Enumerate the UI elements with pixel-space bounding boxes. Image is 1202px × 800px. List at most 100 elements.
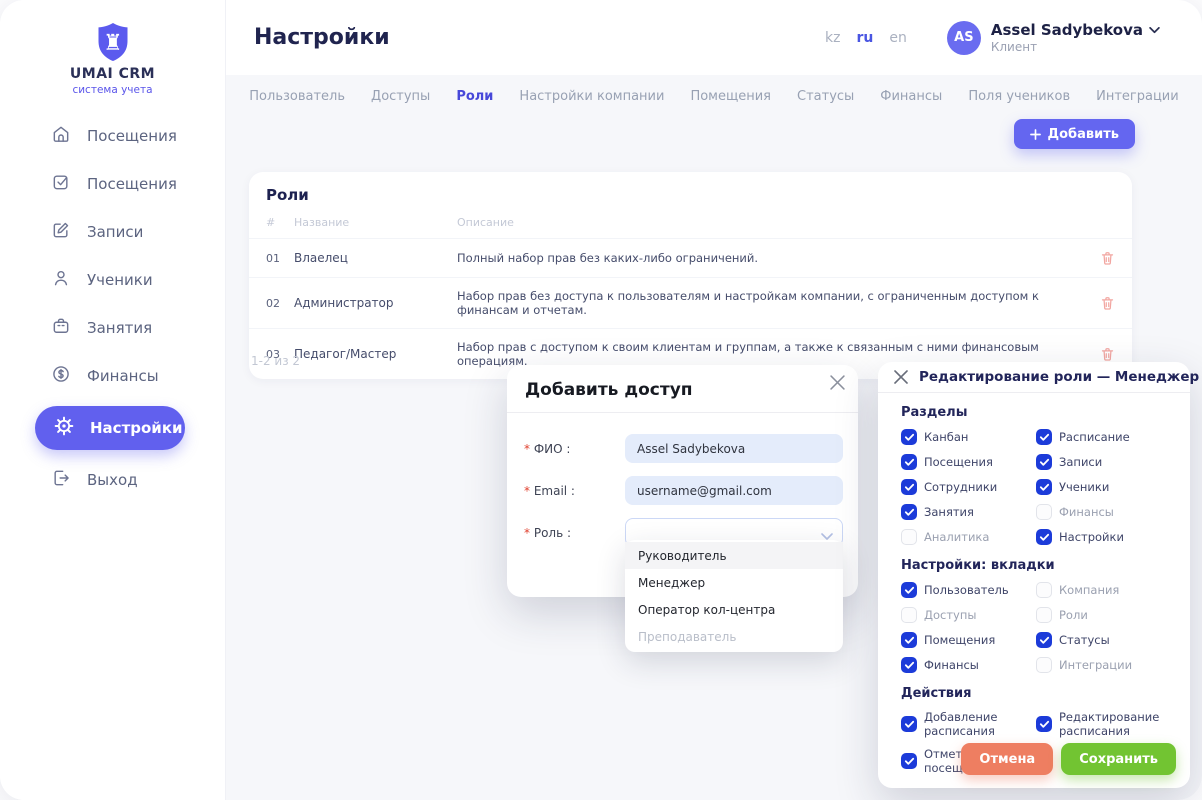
add-access-modal: Добавить доступ ФИО : Email : Роль : xyxy=(507,365,858,597)
permission-checkbox[interactable]: Финансы xyxy=(901,657,1036,673)
email-label: Email : xyxy=(524,484,575,498)
permission-label: Записи xyxy=(1059,455,1102,469)
app-window: ♜ UMAI CRM система учета ПосещенияПосеще… xyxy=(0,0,1202,800)
checkbox-checked-icon xyxy=(1036,632,1052,648)
dropdown-option-3: Преподаватель xyxy=(625,623,843,650)
sidebar-item-label: Настройки xyxy=(90,419,183,437)
sidebar-item-label: Записи xyxy=(87,223,143,241)
sidebar-nav: ПосещенияПосещения Записи Ученики Занятия Фи… xyxy=(0,112,225,504)
topbar: Настройки kzruen AS Assel Sadybekova Кли… xyxy=(226,0,1202,75)
permission-checkbox[interactable]: Аналитика xyxy=(901,529,1036,545)
permission-checkbox[interactable]: Расписание xyxy=(1036,429,1174,445)
permission-label: Посещения xyxy=(924,455,993,469)
tab-2[interactable]: Роли xyxy=(456,89,493,104)
avatar[interactable]: AS xyxy=(947,21,981,55)
save-button[interactable]: Сохранить xyxy=(1061,743,1176,775)
briefcase-icon xyxy=(51,316,71,340)
lang-ru[interactable]: ru xyxy=(856,30,873,46)
brand-name: UMAI CRM xyxy=(0,66,225,82)
permission-checkbox[interactable]: Записи xyxy=(1036,454,1174,470)
fio-label: ФИО : xyxy=(524,442,570,456)
permission-label: Сотрудники xyxy=(924,480,997,494)
dropdown-option-1[interactable]: Менеджер xyxy=(625,569,843,596)
settings-tabs: Пользователь Доступы Роли Настройки компани… xyxy=(226,75,1202,104)
tab-4[interactable]: Помещения xyxy=(690,89,771,104)
checkbox-checked-icon xyxy=(901,582,917,598)
trash-icon[interactable] xyxy=(1100,250,1115,266)
tab-8[interactable]: Интеграции xyxy=(1096,89,1179,104)
permission-checkbox[interactable]: Пользователь xyxy=(901,582,1036,598)
add-button[interactable]: Добавить xyxy=(1014,119,1135,149)
column-header-1: Название xyxy=(294,216,457,229)
sidebar-item-logout[interactable]: Выход xyxy=(0,456,225,504)
permission-checkbox[interactable]: Канбан xyxy=(901,429,1036,445)
plus-icon xyxy=(1030,129,1041,140)
permission-checkbox[interactable]: Посещения xyxy=(901,454,1036,470)
section-title-0: Разделы xyxy=(901,405,1174,420)
dropdown-option-2[interactable]: Оператор кол-центра xyxy=(625,596,843,623)
sidebar-item-2[interactable]: Записи xyxy=(0,208,225,256)
sidebar-item-6[interactable]: Настройки xyxy=(35,406,185,450)
tab-7[interactable]: Поля учеников xyxy=(968,89,1070,104)
close-icon[interactable] xyxy=(830,375,845,394)
dropdown-option-0[interactable]: Руководитель xyxy=(625,542,843,569)
tab-5[interactable]: Статусы xyxy=(797,89,854,104)
modal-title: Редактирование роли — Менеджер xyxy=(919,369,1199,385)
close-icon[interactable] xyxy=(894,370,908,384)
edit-role-modal: Редактирование роли — Менеджер РазделыКа… xyxy=(878,362,1190,788)
permission-checkbox[interactable]: Доступы xyxy=(901,607,1036,623)
tab-0[interactable]: Пользователь xyxy=(249,89,345,104)
check-square-icon xyxy=(51,172,71,196)
permission-checkbox[interactable]: Сотрудники xyxy=(901,479,1036,495)
checkbox-checked-icon xyxy=(901,479,917,495)
trash-icon[interactable] xyxy=(1100,346,1115,362)
checkbox-unchecked-icon xyxy=(1036,657,1052,673)
sidebar-item-0[interactable]: Посещения xyxy=(0,112,225,160)
role-number: 02 xyxy=(266,297,294,310)
sidebar-item-3[interactable]: Ученики xyxy=(0,256,225,304)
permission-checkbox[interactable]: Редактирование расписания xyxy=(1036,710,1174,738)
section-title-1: Настройки: вкладки xyxy=(901,558,1174,573)
permission-checkbox[interactable]: Занятия xyxy=(901,504,1036,520)
sidebar-item-label: Занятия xyxy=(87,319,152,337)
fio-input[interactable] xyxy=(625,434,843,463)
sidebar-item-4[interactable]: Занятия xyxy=(0,304,225,352)
permission-checkbox[interactable]: Роли xyxy=(1036,607,1174,623)
lang-en[interactable]: en xyxy=(889,30,907,46)
permission-checkbox[interactable]: Компания xyxy=(1036,582,1174,598)
modal-title: Добавить доступ xyxy=(525,380,693,400)
brand-tagline: система учета xyxy=(0,84,225,96)
permission-label: Помещения xyxy=(924,633,995,647)
permission-checkbox[interactable]: Интеграции xyxy=(1036,657,1174,673)
cancel-button[interactable]: Отмена xyxy=(961,743,1053,775)
checkbox-checked-icon xyxy=(1036,454,1052,470)
tab-3[interactable]: Настройки компании xyxy=(519,89,664,104)
section-grid-1: Пользователь Компания Доступы Роли Помещения… xyxy=(901,582,1174,673)
permission-checkbox[interactable]: Статусы xyxy=(1036,632,1174,648)
permission-checkbox[interactable]: Настройки xyxy=(1036,529,1174,545)
sidebar-item-1[interactable]: Посещения xyxy=(0,160,225,208)
role-description: Полный набор прав без каких-либо огранич… xyxy=(457,251,1075,265)
checkbox-checked-icon xyxy=(1036,429,1052,445)
trash-icon[interactable] xyxy=(1100,295,1115,311)
sidebar-item-5[interactable]: Финансы xyxy=(0,352,225,400)
permission-label: Редактирование расписания xyxy=(1059,710,1174,738)
permission-checkbox[interactable]: Финансы xyxy=(1036,504,1174,520)
tab-1[interactable]: Доступы xyxy=(371,89,430,104)
permission-checkbox[interactable]: Помещения xyxy=(901,632,1036,648)
logo-shield-icon: ♜ xyxy=(96,22,130,62)
user-menu[interactable]: AS Assel Sadybekova Клиент xyxy=(947,21,1160,55)
language-switcher: kzruen xyxy=(825,30,907,46)
lang-kz[interactable]: kz xyxy=(825,30,840,46)
permission-label: Роли xyxy=(1059,608,1088,622)
permission-label: Компания xyxy=(1059,583,1119,597)
permission-label: Статусы xyxy=(1059,633,1110,647)
permission-checkbox[interactable]: Добавление расписания xyxy=(901,710,1036,738)
table-row: 02АдминистраторНабор прав без доступа к … xyxy=(249,277,1132,328)
tab-6[interactable]: Финансы xyxy=(880,89,942,104)
permission-label: Ученики xyxy=(1059,480,1109,494)
logo: ♜ UMAI CRM система учета xyxy=(0,0,225,96)
email-input[interactable] xyxy=(625,476,843,505)
role-description: Набор прав без доступа к пользователям и… xyxy=(457,289,1075,317)
permission-checkbox[interactable]: Ученики xyxy=(1036,479,1174,495)
